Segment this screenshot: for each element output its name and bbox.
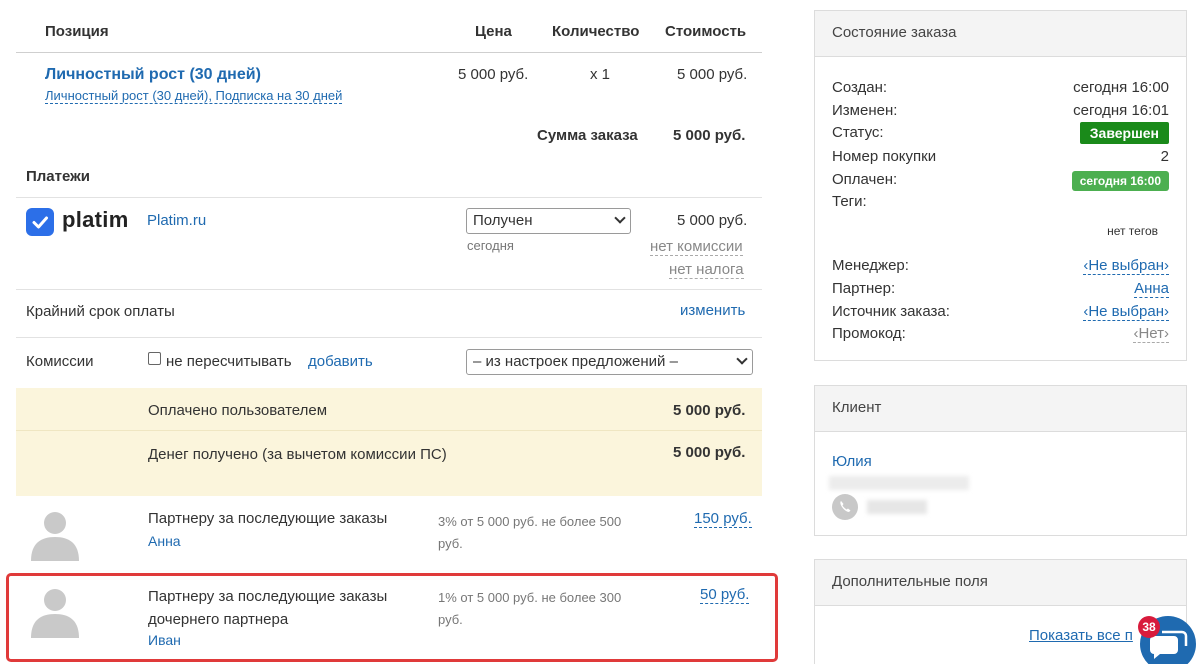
column-header-cost: Стоимость: [665, 23, 747, 40]
divider: [16, 52, 762, 53]
client-phone-redacted: [867, 500, 927, 514]
partner-1-title: Партнеру за последующие заказы: [148, 510, 388, 527]
partner-1-desc: 3% от 5 000 руб. не более 500 руб.: [438, 514, 622, 551]
status-badge: Завершен: [1079, 122, 1169, 144]
platim-logo-text: platim: [62, 207, 129, 232]
user-avatar-icon: [31, 589, 79, 638]
changed-row: Изменен: сегодня 16:01: [832, 102, 1169, 124]
deadline-label: Крайний срок оплаты: [26, 303, 175, 320]
item-cost: 5 000 руб.: [677, 66, 748, 83]
show-all-link[interactable]: Показать все п: [1029, 627, 1133, 644]
partner-row: Партнер: Анна: [832, 280, 1169, 302]
payments-title: Платежи: [26, 168, 90, 185]
item-price: 5 000 руб.: [458, 66, 529, 83]
client-title: Клиент: [815, 386, 1186, 432]
column-header-price: Цена: [475, 23, 512, 40]
divider: [16, 337, 762, 338]
column-header-quantity: Количество: [552, 23, 640, 40]
no-tax-link[interactable]: нет налога: [669, 261, 744, 279]
promo-row: Промокод: ‹Нет›: [832, 325, 1169, 347]
paid-badge: сегодня 16:00: [1071, 171, 1169, 191]
paid-by-user-label: Оплачено пользователем: [148, 402, 328, 419]
commission-source-value: – из настроек предложений –: [473, 353, 678, 370]
client-name-link[interactable]: Юлия: [832, 453, 872, 470]
partner-2-amount-link[interactable]: 50 руб.: [700, 586, 750, 604]
commissions-label: Комиссии: [26, 353, 94, 370]
divider: [16, 430, 762, 431]
item-quantity: x 1: [590, 66, 611, 83]
no-recalc-checkbox[interactable]: [148, 352, 161, 365]
partner-2-desc: 1% от 5 000 руб. не более 300 руб.: [438, 590, 622, 627]
source-select-link[interactable]: ‹Не выбран›: [1083, 303, 1169, 321]
status-label: Статус:: [832, 124, 884, 141]
paid-row: Оплачен: сегодня 16:00: [832, 171, 1169, 193]
column-header-position: Позиция: [45, 23, 109, 40]
promo-link[interactable]: ‹Нет›: [1133, 325, 1169, 343]
divider: [16, 197, 762, 198]
created-value: сегодня 16:00: [1073, 79, 1169, 96]
extra-fields-panel: Дополнительные поля Показать все п: [814, 559, 1187, 664]
client-email-redacted: [829, 476, 969, 490]
purchase-value: 2: [1160, 148, 1169, 165]
status-row: Статус: Завершен: [832, 122, 1169, 146]
changed-value: сегодня 16:01: [1073, 102, 1169, 119]
chevron-down-icon: [614, 212, 626, 224]
manager-select-link[interactable]: ‹Не выбран›: [1083, 257, 1169, 275]
order-sum-value: 5 000 руб.: [673, 127, 746, 144]
item-title-link[interactable]: Личностный рост (30 дней): [45, 66, 261, 84]
chat-unread-badge: 38: [1138, 616, 1160, 638]
partner-link[interactable]: Анна: [1134, 280, 1169, 298]
payment-date: сегодня: [467, 238, 514, 253]
payment-amount: 5 000 руб.: [677, 212, 748, 229]
created-row: Создан: сегодня 16:00: [832, 79, 1169, 101]
partner-2-title: Партнеру за последующие заказы дочернего…: [148, 588, 388, 628]
money-received-label: Денег получено (за вычетом комиссии ПС): [148, 446, 447, 463]
order-state-panel: Состояние заказа Создан: сегодня 16:00 И…: [814, 10, 1187, 361]
user-avatar-icon: [31, 512, 79, 561]
partner-label: Партнер:: [832, 280, 896, 297]
changed-label: Изменен:: [832, 102, 898, 119]
money-received-value: 5 000 руб.: [673, 444, 746, 461]
partner-1-name-link[interactable]: Анна: [148, 533, 181, 549]
promo-label: Промокод:: [832, 325, 906, 342]
source-label: Источник заказа:: [832, 303, 950, 320]
manager-row: Менеджер: ‹Не выбран›: [832, 257, 1169, 279]
no-recalc-label: не пересчитывать: [166, 353, 292, 370]
deadline-change-link[interactable]: изменить: [680, 302, 745, 319]
partner-2-name-link[interactable]: Иван: [148, 632, 181, 648]
chevron-down-icon: [736, 353, 748, 365]
commission-source-select[interactable]: – из настроек предложений –: [466, 349, 753, 375]
tags-value: нет тегов: [1107, 224, 1158, 238]
add-commission-link[interactable]: добавить: [308, 353, 373, 370]
platim-check-icon: [26, 208, 54, 236]
manager-label: Менеджер:: [832, 257, 909, 274]
totals-highlight: [16, 388, 762, 496]
client-panel: Клиент Юлия: [814, 385, 1187, 536]
created-label: Создан:: [832, 79, 888, 96]
order-state-title: Состояние заказа: [815, 11, 1186, 57]
payment-status-value: Получен: [473, 212, 533, 229]
divider: [16, 289, 762, 290]
tags-row: Теги:: [832, 193, 1169, 215]
purchase-row: Номер покупки 2: [832, 148, 1169, 170]
purchase-label: Номер покупки: [832, 148, 937, 165]
paid-by-user-value: 5 000 руб.: [673, 402, 746, 419]
payment-status-select[interactable]: Получен: [466, 208, 631, 234]
phone-icon: [832, 494, 858, 520]
no-commission-link[interactable]: нет комиссии: [650, 238, 743, 256]
tags-label: Теги:: [832, 193, 867, 210]
extra-fields-title: Дополнительные поля: [815, 560, 1186, 606]
item-subtitle-link[interactable]: Личностный рост (30 дней), Подписка на 3…: [45, 88, 343, 104]
partner-1-amount-link[interactable]: 150 руб.: [694, 510, 752, 528]
paid-label: Оплачен:: [832, 171, 898, 188]
order-sum-label: Сумма заказа: [537, 127, 638, 144]
source-row: Источник заказа: ‹Не выбран›: [832, 303, 1169, 325]
provider-link[interactable]: Platim.ru: [147, 212, 206, 229]
